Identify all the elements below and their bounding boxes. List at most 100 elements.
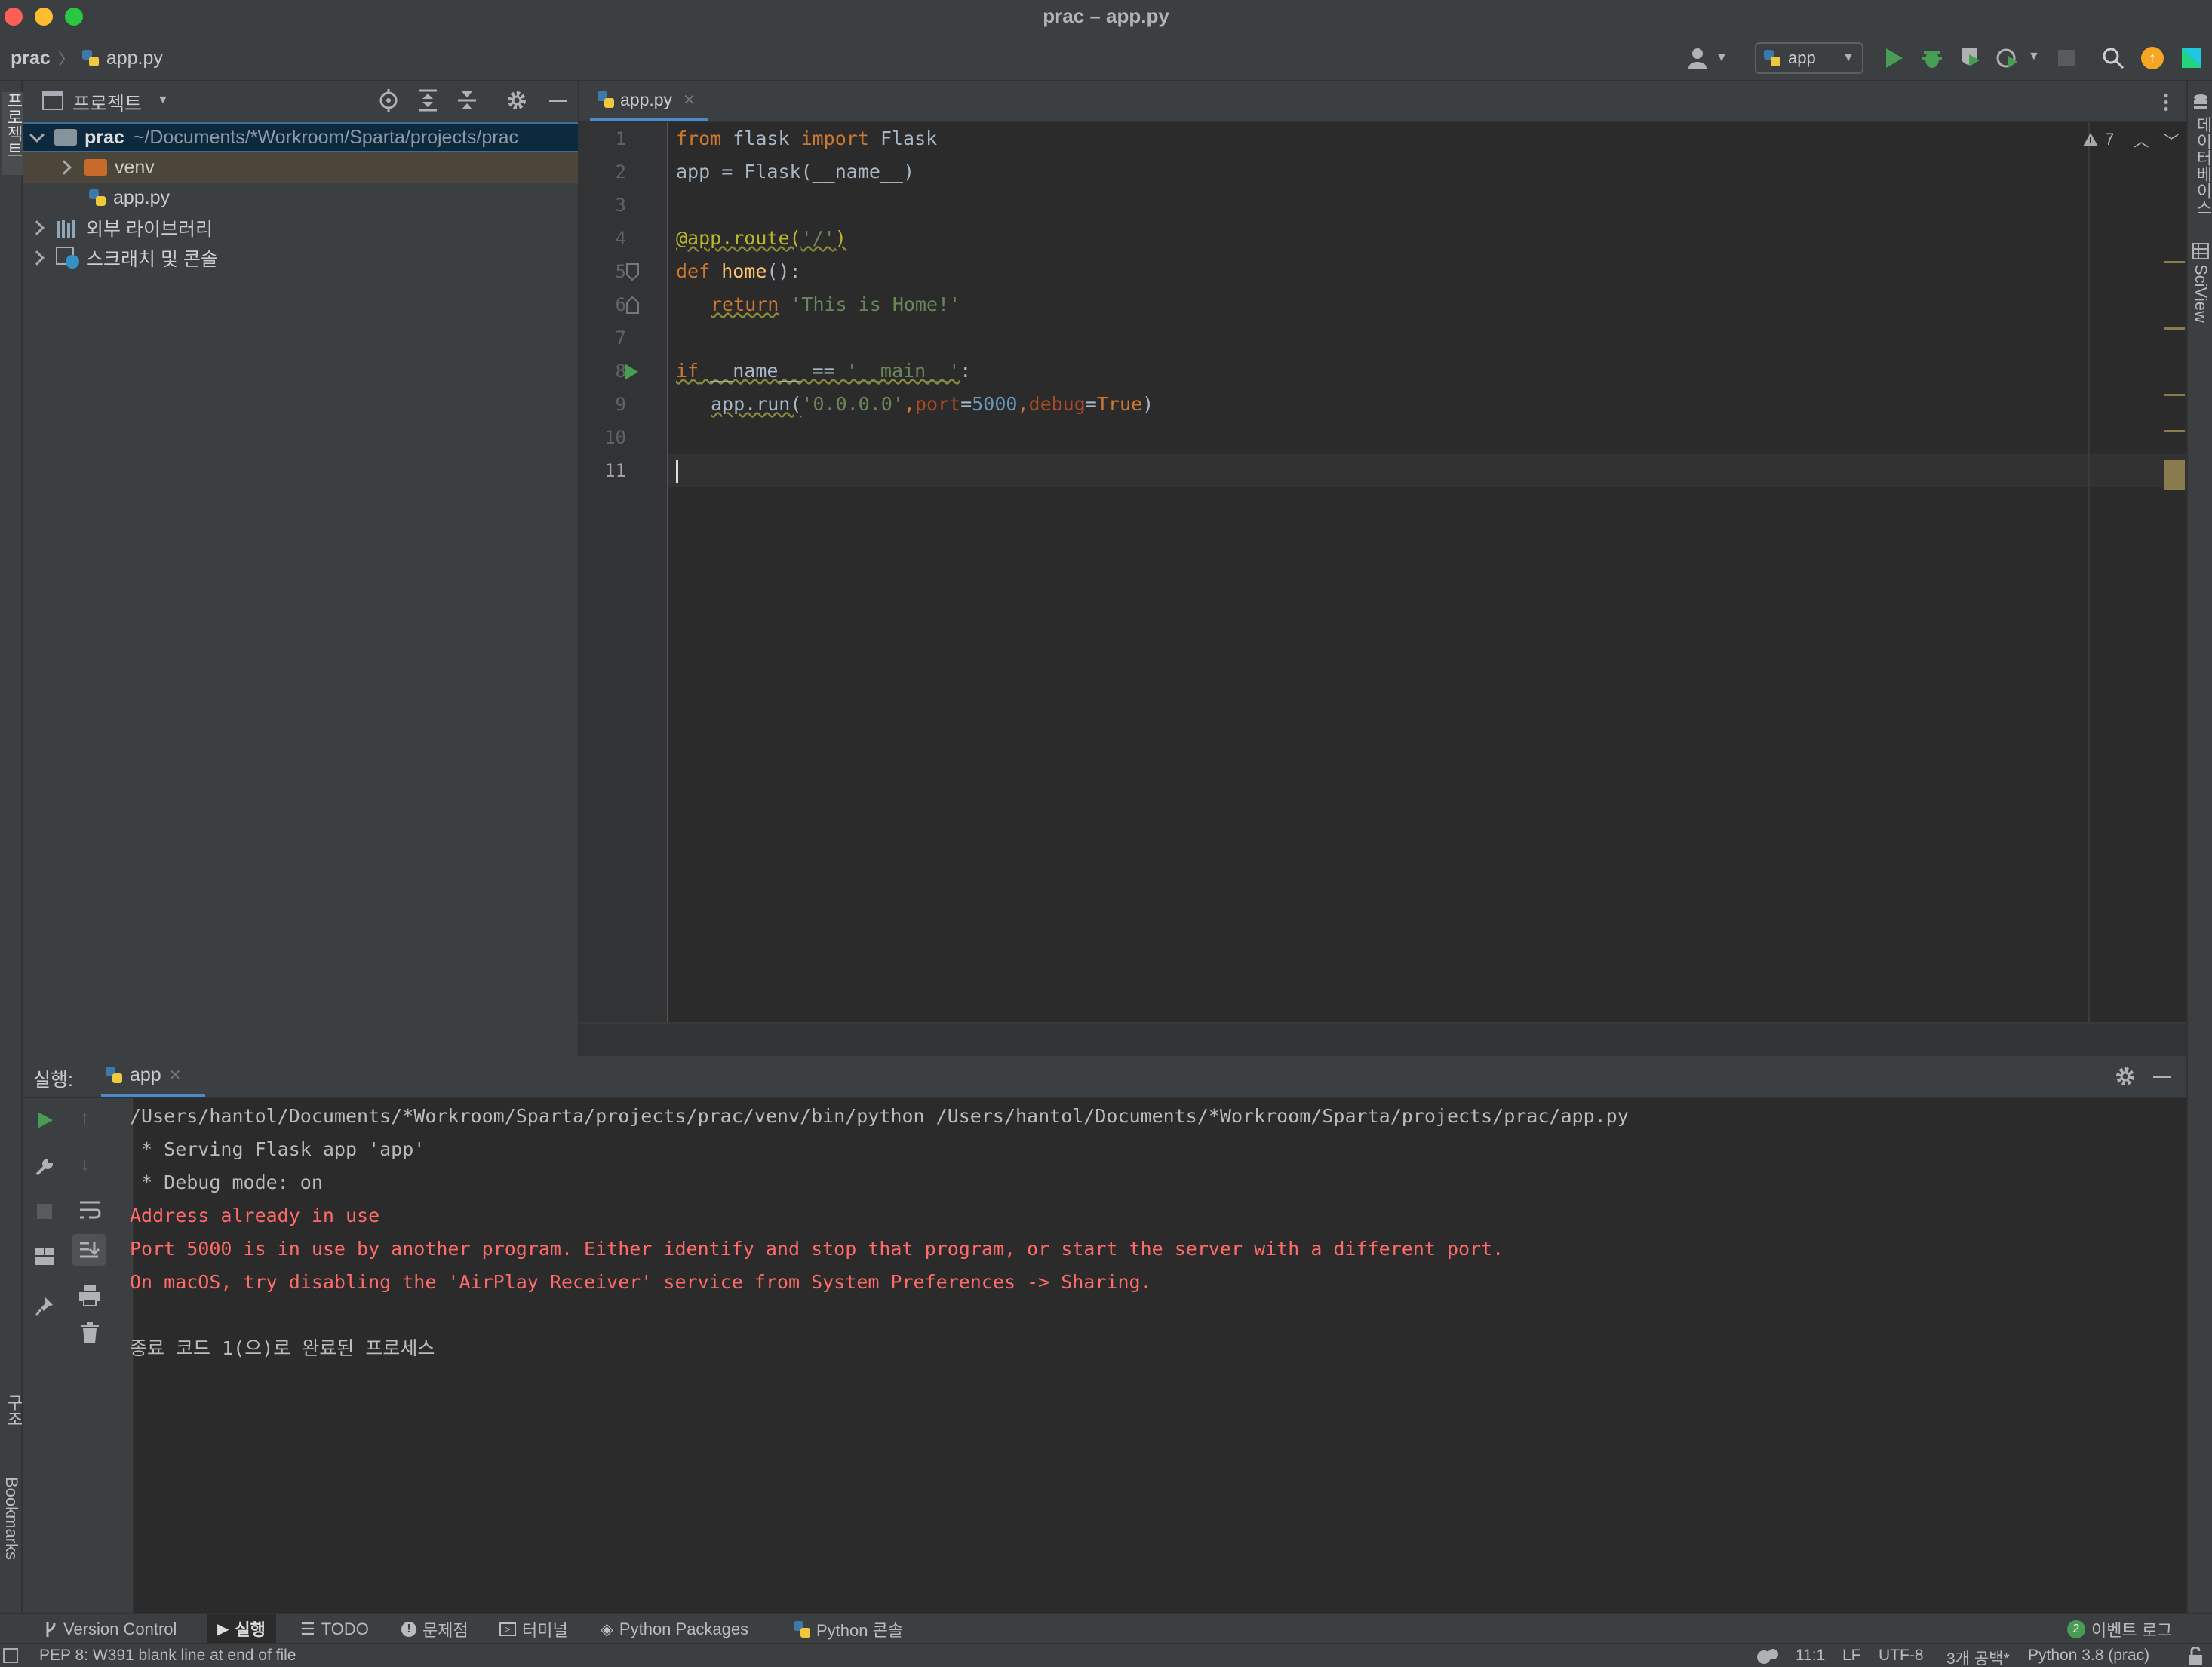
tree-root-prac[interactable]: prac ~/Documents/*Workroom/Sparta/projec… <box>23 122 578 152</box>
rerun-icon[interactable] <box>35 1110 54 1130</box>
lock-icon[interactable] <box>2186 1647 2206 1666</box>
trash-icon[interactable] <box>80 1322 100 1344</box>
close-tab-icon[interactable]: ✕ <box>683 91 696 109</box>
tree-item-external-libraries[interactable]: 외부 라이브러리 <box>23 213 578 243</box>
database-tool-tab[interactable]: 데이터베이스 <box>2191 116 2212 237</box>
arrow-up-icon[interactable]: ↑ <box>80 1106 90 1129</box>
code-line-9: app.run('0.0.0.0',port=5000,debug=True) <box>711 388 1154 421</box>
sciview-tool-tab[interactable]: SciView <box>2191 264 2210 347</box>
hide-panel-icon[interactable] <box>549 100 567 102</box>
run-panel: 실행: app ✕ ↑ ↓ /Users/hantol/Documents/*W… <box>23 1056 2186 1613</box>
user-icon <box>1688 48 1707 69</box>
collapse-all-icon[interactable] <box>456 89 478 112</box>
code-token: debug <box>1028 393 1086 415</box>
tool-tab-version-control[interactable]: Version Control <box>44 1619 177 1640</box>
title-bar: prac – app.py <box>0 0 2212 35</box>
text-caret <box>676 460 678 483</box>
code-token: home <box>710 260 767 282</box>
hide-panel-icon[interactable] <box>2153 1076 2171 1078</box>
toggle-tool-windows-icon[interactable] <box>3 1648 18 1663</box>
status-message[interactable]: PEP 8: W391 blank line at end of file <box>39 1647 296 1665</box>
expand-all-icon[interactable] <box>416 89 439 112</box>
run-toolbar-primary <box>23 1098 65 1613</box>
line-number: 10 <box>604 427 626 448</box>
wrench-icon[interactable] <box>35 1157 54 1177</box>
scroll-to-end-button[interactable] <box>72 1234 106 1266</box>
pin-icon[interactable] <box>35 1296 54 1317</box>
tool-tab-problems[interactable]: ! 문제점 <box>401 1619 469 1640</box>
caret-position[interactable]: 11:1 <box>1796 1647 1825 1665</box>
project-panel: 프로젝트 ▼ prac ~/Documents/*Workroom/Sparta… <box>23 81 578 1056</box>
run-config-selector[interactable]: app ▼ <box>1755 42 1863 74</box>
warning-marker[interactable] <box>2164 327 2185 330</box>
fold-end-icon[interactable] <box>625 296 641 315</box>
warning-marker[interactable] <box>2164 261 2185 263</box>
layout-icon[interactable] <box>35 1248 54 1266</box>
more-run-actions-icon[interactable]: ▼ <box>2028 50 2040 63</box>
tool-tab-label: Python 콘솔 <box>816 1621 904 1640</box>
soft-wrap-icon[interactable] <box>78 1199 101 1220</box>
code-editor[interactable]: 1 2 3 4 5 6 7 8 9 10 11 from flask impor… <box>579 122 2186 1022</box>
run-panel-label: 실행: <box>33 1070 73 1091</box>
tool-tab-python-packages[interactable]: ◈ Python Packages <box>601 1619 748 1640</box>
chevron-right-icon[interactable] <box>57 160 72 175</box>
update-icon[interactable]: ↑ <box>2141 47 2164 69</box>
python-interpreter[interactable]: Python 3.8 (prac) <box>2028 1647 2149 1665</box>
bookmarks-tool-tab[interactable]: Bookmarks <box>2 1477 21 1605</box>
gear-icon[interactable] <box>505 89 528 112</box>
run-panel-header: 실행: app ✕ <box>23 1056 2186 1098</box>
search-icon[interactable] <box>2102 47 2124 69</box>
previous-highlight-icon[interactable]: ︿ <box>2134 129 2149 151</box>
code-token: = <box>1085 393 1097 415</box>
code-line-8: if __name__ == '__main__': <box>676 355 971 388</box>
tab-app-py[interactable]: app.py ✕ <box>590 81 708 121</box>
line-separator[interactable]: LF <box>1842 1647 1861 1665</box>
close-tab-icon[interactable]: ✕ <box>169 1066 182 1085</box>
breadcrumb-project[interactable]: prac <box>11 48 51 69</box>
chevron-down-icon[interactable] <box>29 127 45 143</box>
more-options-icon[interactable] <box>2164 92 2168 112</box>
warning-marker[interactable] <box>2164 460 2185 490</box>
tree-item-app-py[interactable]: app.py <box>23 183 578 213</box>
tool-tab-terminal[interactable]: > 터미널 <box>499 1619 568 1640</box>
chevron-right-icon[interactable] <box>29 220 45 235</box>
chevron-down-icon: ▼ <box>1842 51 1854 64</box>
library-icon <box>57 220 75 238</box>
git-sync-icon[interactable] <box>1755 1647 1780 1665</box>
tree-item-venv[interactable]: venv <box>23 152 578 183</box>
breadcrumb-file[interactable]: app.py <box>106 48 163 69</box>
vcs-user-button[interactable]: ▼ <box>1688 45 1728 71</box>
run-tab-app[interactable]: app ✕ <box>101 1056 205 1097</box>
code-token: : <box>960 360 972 382</box>
stop-icon[interactable] <box>2058 50 2075 66</box>
tool-tab-run[interactable]: ▶ 실행 <box>207 1614 276 1643</box>
locate-file-icon[interactable] <box>377 89 400 112</box>
stop-icon[interactable] <box>37 1204 52 1219</box>
run-icon[interactable] <box>1883 47 1904 69</box>
warning-marker[interactable] <box>2164 430 2185 432</box>
gear-icon[interactable] <box>2114 1065 2137 1088</box>
chevron-down-icon[interactable]: ▼ <box>157 94 169 107</box>
tool-tab-python-console[interactable]: Python 콘솔 <box>794 1619 903 1640</box>
error-stripe[interactable] <box>2162 122 2186 1022</box>
warning-marker[interactable] <box>2164 394 2185 396</box>
code-token: if <box>676 360 699 382</box>
profile-icon[interactable] <box>1996 47 2019 69</box>
arrow-down-icon[interactable]: ↓ <box>80 1153 90 1176</box>
tree-item-scratches[interactable]: 스크래치 및 콘솔 <box>23 243 578 273</box>
run-gutter-icon[interactable] <box>622 362 641 382</box>
coverage-icon[interactable] <box>1959 47 1981 69</box>
print-icon[interactable] <box>78 1284 101 1306</box>
right-tool-stripe: 데이터베이스 SciView <box>2186 81 2212 1613</box>
tool-tab-label: 문제점 <box>422 1621 469 1640</box>
event-log-button[interactable]: 2 이벤트 로그 <box>2067 1619 2172 1640</box>
file-encoding[interactable]: UTF-8 <box>1879 1647 1924 1665</box>
code-token: , <box>1017 393 1029 415</box>
jetbrains-toolbox-icon[interactable] <box>2179 45 2206 71</box>
chevron-right-icon[interactable] <box>29 250 45 266</box>
tool-tab-todo[interactable]: ☰ TODO <box>300 1619 369 1640</box>
fold-icon[interactable] <box>625 262 641 282</box>
indent-setting[interactable]: 3개 공백* <box>1946 1647 2010 1667</box>
debug-icon[interactable] <box>1921 47 1943 69</box>
project-panel-title[interactable]: 프로젝트 <box>72 89 142 116</box>
